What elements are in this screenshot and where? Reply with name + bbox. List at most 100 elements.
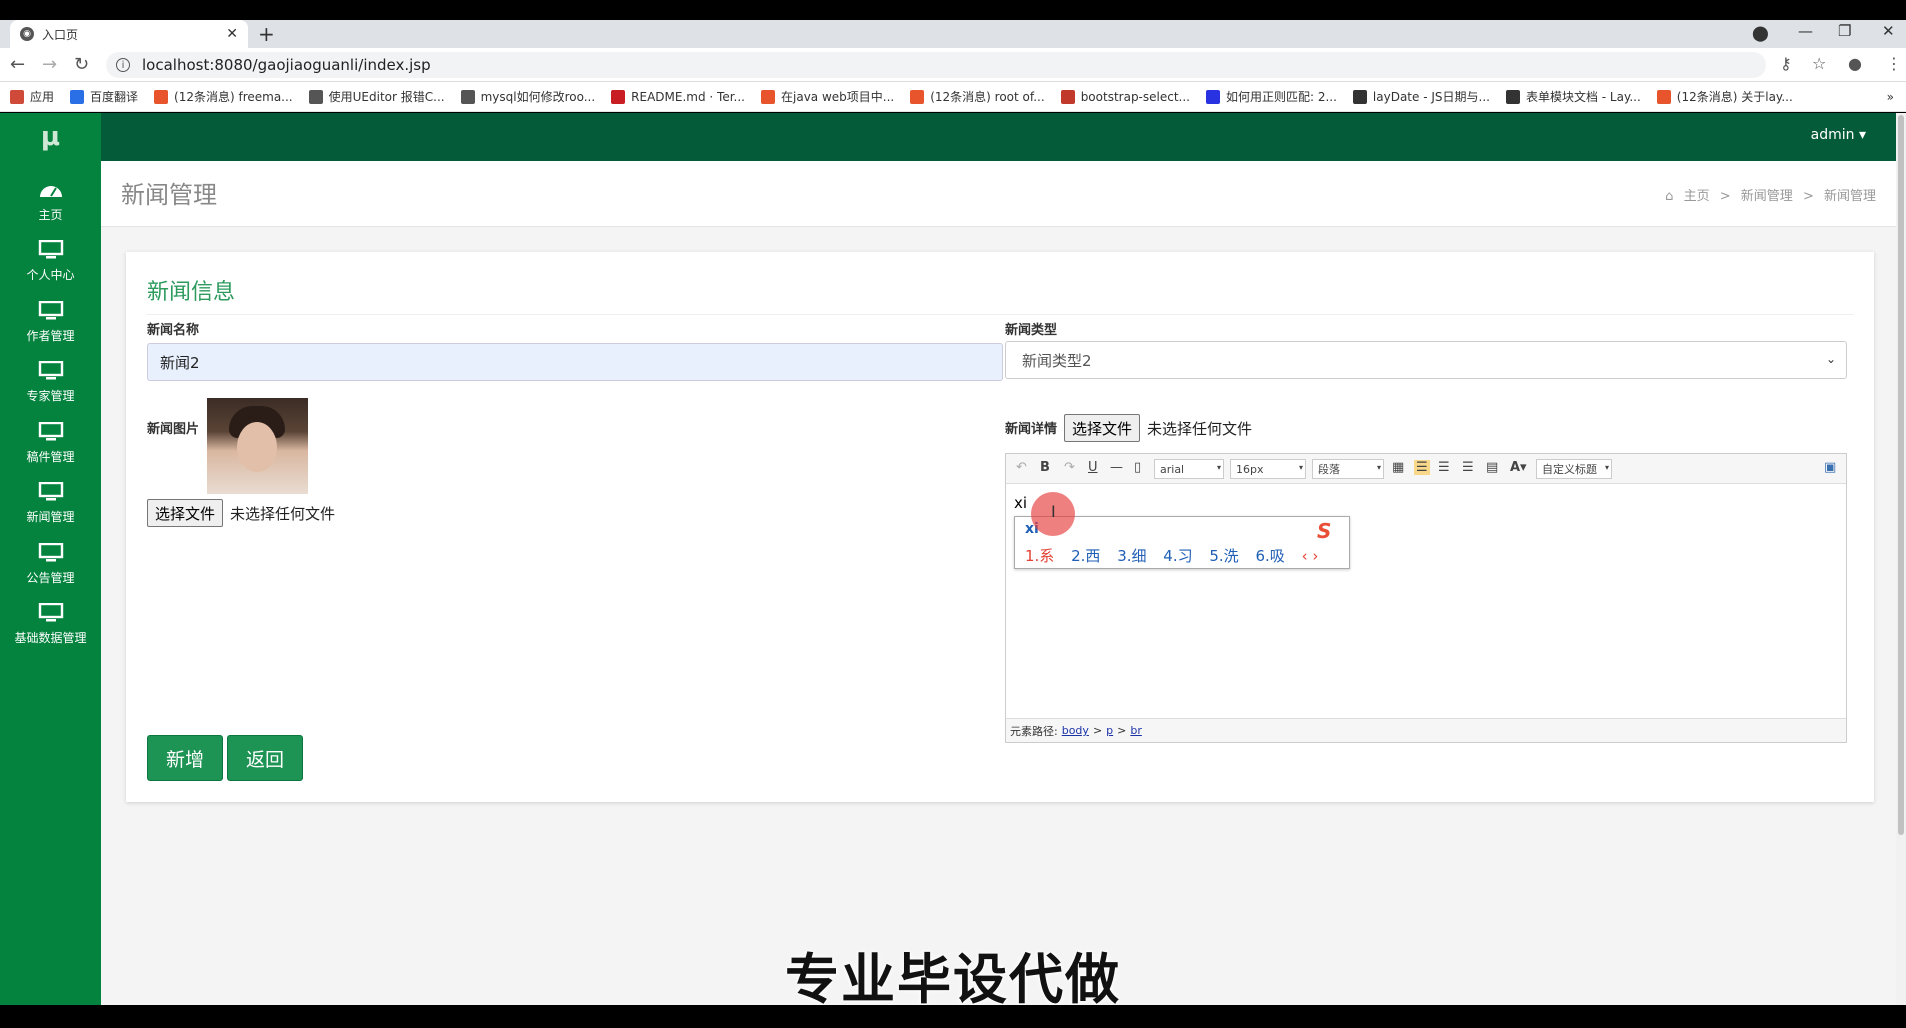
rich-text-editor: ↶ B ↷ U — ▯ arial ▾ 16px ▾ 段落 ▾ ▦ ☰ ☰ ☰ ▤ A… (1005, 453, 1847, 743)
sidebar-item-label: 个人中心 (26, 268, 75, 282)
ime-candidate[interactable]: 5.洗 (1209, 547, 1238, 565)
bookmark-item[interactable]: (12条消息) freema... (154, 88, 293, 105)
underline-icon[interactable]: U (1088, 460, 1098, 475)
bookmark-item[interactable]: 百度翻译 (70, 88, 138, 105)
bookmark-item[interactable]: mysql如何修改roo... (460, 88, 595, 105)
font-color-icon[interactable]: A▾ (1510, 460, 1527, 475)
sidebar-item[interactable]: 专家管理 (0, 353, 101, 413)
element-path-p[interactable]: p (1106, 724, 1113, 737)
ime-candidate[interactable]: 1.系 (1025, 547, 1054, 565)
top-letterbox (0, 0, 1906, 20)
breadcrumb: ⌂ 主页 > 新闻管理 > 新闻管理 (1659, 185, 1876, 204)
app-logo[interactable]: μ (0, 113, 101, 161)
bookmark-label: (12条消息) root of... (930, 90, 1045, 104)
sidebar-item[interactable]: 主页 (0, 171, 101, 231)
sidebar-item[interactable]: 个人中心 (0, 232, 101, 292)
sidebar-item[interactable]: 新闻管理 (0, 474, 101, 534)
forward-icon[interactable]: → (42, 54, 57, 75)
element-path-body[interactable]: body (1062, 724, 1089, 737)
minimize-icon[interactable]: — (1798, 22, 1813, 40)
sidebar-item-label: 专家管理 (26, 389, 75, 403)
custom-title-select[interactable]: 自定义标题 ▾ (1536, 459, 1612, 479)
align-justify-icon[interactable]: ▤ (1486, 460, 1498, 475)
editor-content[interactable]: xi (1014, 494, 1027, 512)
element-path-br[interactable]: br (1130, 724, 1142, 737)
bookmark-item[interactable]: 应用 (10, 88, 54, 105)
scrollbar-thumb[interactable] (1898, 115, 1904, 835)
align-center-icon[interactable]: ☰ (1438, 460, 1450, 475)
sidebar-item[interactable]: 基础数据管理 (0, 595, 101, 655)
breadcrumb-item[interactable]: 新闻管理 (1741, 189, 1793, 204)
apps-icon (10, 89, 24, 104)
align-left-icon[interactable]: ☰ (1414, 460, 1430, 475)
browser-menu-icon[interactable]: ⋮ (1886, 54, 1902, 73)
element-path-separator: > (1117, 724, 1127, 737)
user-menu[interactable]: admin ▾ (1811, 127, 1866, 143)
bookmark-item[interactable]: 表单模块文档 - Lay... (1505, 88, 1641, 105)
star-icon[interactable]: ☆ (1812, 54, 1826, 73)
restore-icon[interactable]: ❐ (1838, 22, 1851, 40)
account-icon[interactable]: ● (1848, 54, 1862, 73)
image-file-button[interactable]: 选择文件 (147, 499, 224, 527)
back-button[interactable]: 返回 (227, 735, 303, 781)
horizontal-rule-icon[interactable]: — (1110, 460, 1123, 475)
ime-candidate[interactable]: 3.细 (1117, 547, 1146, 565)
title-divider (147, 314, 1853, 315)
monitor-icon (38, 603, 63, 622)
ime-page-arrows[interactable]: ‹ › (1302, 547, 1319, 565)
ime-candidate[interactable]: 2.西 (1071, 547, 1100, 565)
page-icon[interactable]: ▯ (1134, 460, 1141, 475)
bookmark-item[interactable]: 在java web项目中... (761, 88, 894, 105)
bookmark-label: 在java web项目中... (781, 90, 895, 104)
align-right-icon[interactable]: ☰ (1462, 460, 1474, 475)
globe-icon: ◉ (20, 27, 34, 41)
bookmark-item[interactable]: (12条消息) root of... (910, 88, 1045, 105)
browser-tab[interactable]: ◉ 入口页 ✕ (10, 20, 248, 48)
new-tab-button[interactable]: + (258, 22, 275, 46)
ime-candidate[interactable]: 6.吸 (1255, 547, 1284, 565)
undo-icon[interactable]: ↶ (1016, 460, 1027, 475)
back-icon[interactable]: ← (10, 54, 25, 75)
bookmarks-overflow-icon[interactable]: » (1887, 90, 1894, 104)
bookmark-item[interactable]: (12条消息) 关于lay... (1656, 88, 1793, 105)
sidebar-item[interactable]: 稿件管理 (0, 413, 101, 473)
sidebar-item[interactable]: 作者管理 (0, 292, 101, 352)
profile-menu-icon[interactable]: ⬤ (1752, 24, 1769, 42)
news-type-select[interactable]: 新闻类型2 ⌄ (1005, 341, 1847, 379)
add-button[interactable]: 新增 (147, 735, 223, 781)
bookmark-item[interactable]: README.md · Ter... (611, 89, 745, 104)
ime-candidate[interactable]: 4.习 (1163, 547, 1192, 565)
window-close-icon[interactable]: ✕ (1882, 22, 1895, 40)
sidebar-item[interactable]: 公告管理 (0, 534, 101, 594)
bookmark-label: 百度翻译 (90, 90, 139, 104)
bookmark-label: 使用UEditor 报错C... (328, 90, 445, 104)
news-name-input[interactable]: 新闻2 (147, 343, 1003, 381)
table-icon[interactable]: ▦ (1392, 460, 1404, 475)
info-icon[interactable]: i (116, 58, 130, 72)
url-text: localhost:8080/gaojiaoguanli/index.jsp (142, 56, 431, 74)
bookmark-item[interactable]: layDate - JS日期与... (1352, 88, 1490, 105)
bold-icon[interactable]: B (1040, 460, 1050, 475)
bookmark-item[interactable]: 使用UEditor 报错C... (308, 88, 445, 105)
news-form-card: 新闻信息 新闻名称 新闻2 新闻类型 新闻类型2 ⌄ 新闻图片 选择文件 未选择… (126, 252, 1874, 802)
detail-file-button[interactable]: 选择文件 (1064, 414, 1141, 442)
paragraph-select[interactable]: 段落 ▾ (1312, 459, 1384, 479)
key-icon[interactable]: ⚷ (1780, 54, 1792, 73)
font-family-select[interactable]: arial ▾ (1154, 459, 1224, 479)
bookmark-label: 如何用正则匹配: 2... (1225, 90, 1337, 104)
url-input[interactable]: i localhost:8080/gaojiaoguanli/index.jsp (106, 52, 1766, 78)
bookmark-item[interactable]: bootstrap-select... (1060, 89, 1190, 104)
redo-icon[interactable]: ↷ (1064, 460, 1075, 475)
breadcrumb-separator: > (1719, 189, 1731, 204)
fullscreen-icon[interactable]: ▣ (1824, 460, 1836, 475)
page-scrollbar[interactable] (1896, 113, 1906, 1005)
csdn-icon (154, 89, 169, 104)
news-type-value: 新闻类型2 (1022, 351, 1092, 370)
close-tab-icon[interactable]: ✕ (226, 26, 238, 42)
bookmark-item[interactable]: 如何用正则匹配: 2... (1205, 88, 1337, 105)
reload-icon[interactable]: ↻ (74, 54, 89, 75)
breadcrumb-home[interactable]: 主页 (1684, 189, 1710, 204)
image-file-status: 未选择任何文件 (230, 505, 336, 523)
font-size-select[interactable]: 16px ▾ (1230, 459, 1306, 479)
layui-icon (1505, 89, 1520, 104)
